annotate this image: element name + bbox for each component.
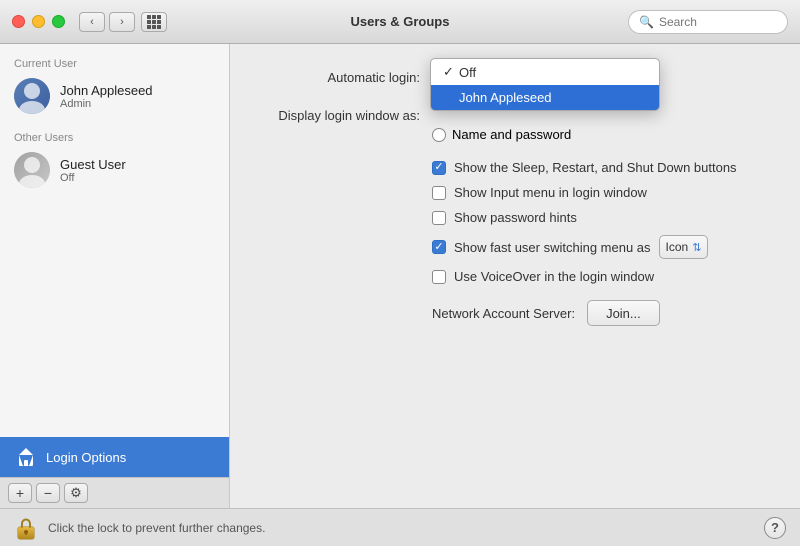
- user-role-john: Admin: [60, 98, 153, 110]
- checkbox-input[interactable]: [432, 186, 446, 200]
- login-options-label: Login Options: [46, 450, 126, 465]
- search-input[interactable]: [659, 15, 777, 29]
- back-button[interactable]: ‹: [79, 12, 105, 32]
- titlebar: ‹ › Users & Groups 🔍: [0, 0, 800, 44]
- user-info-guest: Guest User Off: [60, 157, 126, 184]
- avatar-guest: [14, 152, 50, 188]
- sidebar-item-john-appleseed[interactable]: John Appleseed Admin: [0, 72, 229, 120]
- switching-dropdown-arrows-icon: ⇅: [692, 241, 701, 254]
- check-row-voiceover: Use VoiceOver in the login window: [260, 269, 770, 284]
- bottom-lock-text: Click the lock to prevent further change…: [48, 521, 764, 535]
- grid-icon: [147, 15, 161, 29]
- window-title: Users & Groups: [351, 14, 450, 29]
- gear-button[interactable]: ⚙: [64, 483, 88, 503]
- forward-button[interactable]: ›: [109, 12, 135, 32]
- radio-circle-name: [432, 128, 446, 142]
- network-label: Network Account Server:: [432, 306, 575, 321]
- checkbox-switching[interactable]: [432, 240, 446, 254]
- house-icon: [14, 445, 38, 469]
- check-label-voiceover: Use VoiceOver in the login window: [454, 269, 654, 284]
- user-info-john: John Appleseed Admin: [60, 83, 153, 110]
- join-button[interactable]: Join...: [587, 300, 660, 326]
- sidebar-item-guest[interactable]: Guest User Off: [0, 146, 229, 194]
- automatic-login-dropdown-wrapper: Off ▼ ✓ Off John Appleseed: [432, 64, 632, 90]
- radio-name-password-label: Name and password: [452, 127, 571, 142]
- grid-button[interactable]: [141, 12, 167, 32]
- user-role-guest: Off: [60, 172, 126, 184]
- radio-name-password[interactable]: Name and password: [432, 127, 571, 142]
- main-area: Current User John Appleseed Admin Other …: [0, 44, 800, 508]
- login-options-item[interactable]: Login Options: [0, 437, 229, 477]
- help-button[interactable]: ?: [764, 517, 786, 539]
- nav-buttons: ‹ ›: [79, 12, 135, 32]
- lock-icon-wrap[interactable]: [14, 516, 38, 540]
- minimize-button[interactable]: [32, 15, 45, 28]
- traffic-lights: [12, 15, 65, 28]
- avatar-img-guest: [14, 152, 50, 188]
- user-name-john: John Appleseed: [60, 83, 153, 98]
- check-label-switching: Show fast user switching menu as: [454, 240, 651, 255]
- radio-row: Name and password: [260, 127, 770, 142]
- check-row-input: Show Input menu in login window: [260, 185, 770, 200]
- switching-dropdown-label: Icon: [666, 240, 689, 254]
- dropdown-item-john[interactable]: John Appleseed: [431, 85, 659, 110]
- bottom-bar: Click the lock to prevent further change…: [0, 508, 800, 546]
- switching-dropdown[interactable]: Icon ⇅: [659, 235, 709, 259]
- display-login-label: Display login window as:: [260, 108, 420, 123]
- check-row-hints: Show password hints: [260, 210, 770, 225]
- checkmark-off: ✓: [443, 64, 459, 80]
- network-row: Network Account Server: Join...: [260, 300, 770, 326]
- maximize-button[interactable]: [52, 15, 65, 28]
- automatic-login-row: Automatic login: Off ▼ ✓ Off John Apples…: [260, 64, 770, 90]
- current-user-label: Current User: [0, 54, 229, 72]
- dropdown-item-off-label: Off: [459, 65, 476, 80]
- check-row-sleep: Show the Sleep, Restart, and Shut Down b…: [260, 160, 770, 175]
- content-area: Automatic login: Off ▼ ✓ Off John Apples…: [230, 44, 800, 508]
- sidebar: Current User John Appleseed Admin Other …: [0, 44, 230, 508]
- sidebar-toolbar: + − ⚙: [0, 477, 229, 508]
- avatar-img-john: [14, 78, 50, 114]
- guest-silhouette-icon: [14, 152, 50, 188]
- automatic-login-label: Automatic login:: [260, 70, 420, 85]
- check-label-sleep: Show the Sleep, Restart, and Shut Down b…: [454, 160, 737, 175]
- avatar-john: [14, 78, 50, 114]
- add-user-button[interactable]: +: [8, 483, 32, 503]
- close-button[interactable]: [12, 15, 25, 28]
- check-label-hints: Show password hints: [454, 210, 577, 225]
- user-silhouette-icon: [14, 78, 50, 114]
- check-row-switching: Show fast user switching menu as Icon ⇅: [260, 235, 770, 259]
- check-label-input: Show Input menu in login window: [454, 185, 647, 200]
- checkbox-voiceover[interactable]: [432, 270, 446, 284]
- automatic-login-popup: ✓ Off John Appleseed: [430, 58, 660, 111]
- user-name-guest: Guest User: [60, 157, 126, 172]
- search-icon: 🔍: [639, 15, 654, 29]
- remove-user-button[interactable]: −: [36, 483, 60, 503]
- checkbox-hints[interactable]: [432, 211, 446, 225]
- search-bar[interactable]: 🔍: [628, 10, 788, 34]
- other-users-label: Other Users: [0, 128, 229, 146]
- dropdown-item-off[interactable]: ✓ Off: [431, 59, 659, 85]
- lock-icon: [15, 516, 37, 540]
- dropdown-item-john-label: John Appleseed: [459, 90, 552, 105]
- checkbox-sleep[interactable]: [432, 161, 446, 175]
